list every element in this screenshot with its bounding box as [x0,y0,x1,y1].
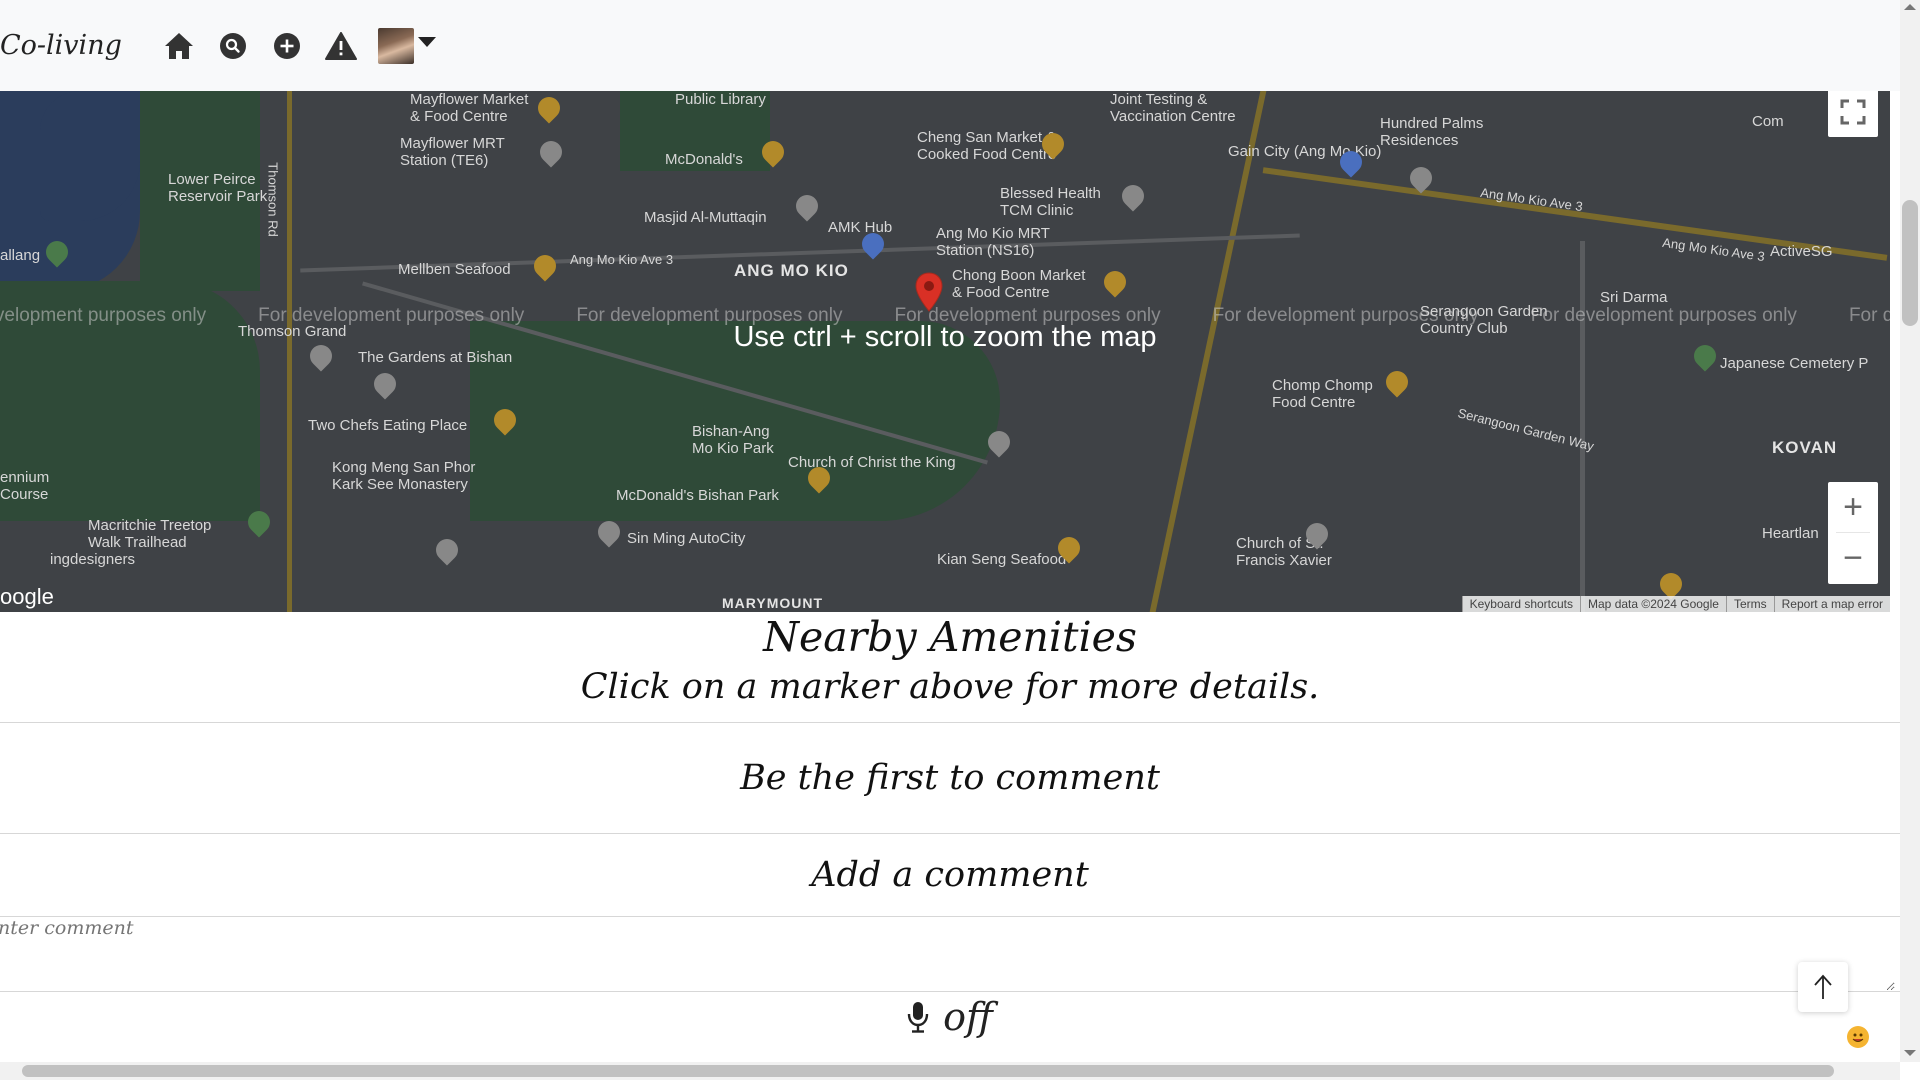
terms-link[interactable]: Terms [1725,596,1774,612]
microphone-icon [907,1002,929,1033]
map-zoom-hint: Use ctrl + scroll to zoom the map [733,321,1157,353]
map-view[interactable]: Mayflower Market & Food Centre Public Lib… [0,91,1890,612]
brand-title[interactable]: Co-living [0,30,122,61]
map-label: Ang Mo Kio Ave 3 [570,252,674,267]
map-label: Bishan-Ang Mo Kio Park [692,423,774,457]
vertical-scrollbar[interactable] [1900,0,1920,1062]
comment-input[interactable] [0,917,1895,991]
poi-marker[interactable] [593,516,625,548]
emoji-icon[interactable] [1847,1026,1869,1048]
map-label: KOVAN [1772,438,1838,457]
map-label: Hundred Palms Residences [1380,115,1484,149]
scrollbar-thumb[interactable] [1902,200,1918,326]
map-label: Kong Meng San Phor Kark See Monastery [332,459,476,493]
main-content: Nearby Amenities Click on a marker above… [0,612,1900,1042]
map-label: ingdesigners [50,551,136,568]
chevron-down-icon [417,36,436,47]
poi-marker[interactable] [535,136,567,168]
map-label: McDonald's Bishan Park [616,487,779,504]
poi-marker[interactable] [1117,180,1149,212]
scrollbar-thumb[interactable] [22,1065,1834,1077]
map-label: Ang Mo Kio MRT Station (NS16) [936,225,1050,259]
poi-marker[interactable] [791,190,823,222]
map-label: Masjid Al-Muttaqin [644,209,767,226]
map-label: Macritchie Treetop Walk Trailhead [88,517,212,551]
poi-marker[interactable] [529,250,561,282]
poi-marker[interactable] [1381,366,1413,398]
map-label: Cheng San Market & Cooked Food Centre [917,129,1057,163]
map-footer: Keyboard shortcuts Map data ©2024 Google… [1461,596,1890,612]
empty-comments-message: Be the first to comment [740,758,1160,798]
map-label: Serangoon Garden Way [1456,405,1596,454]
voice-status-label: off [943,995,993,1039]
scroll-to-top-button[interactable] [1798,962,1848,1012]
map-label: ennium Course [0,469,50,503]
poi-marker[interactable] [431,534,463,566]
report-map-error-link[interactable]: Report a map error [1773,596,1890,612]
map-label: Two Chefs Eating Place [308,417,468,434]
scroll-down-arrow-icon[interactable] [1904,1050,1916,1056]
map-label: Sin Ming AutoCity [627,530,746,547]
arrow-up-icon [1814,974,1832,999]
fullscreen-icon [1840,99,1866,125]
google-logo[interactable]: oogle [0,584,54,610]
map-label: MARYMOUNT [722,595,824,611]
map-label: Com [1752,113,1784,130]
map-label: Kian Seng Seafood [937,551,1067,568]
add-circle-icon[interactable] [270,29,304,63]
scroll-up-arrow-icon[interactable] [1904,4,1916,10]
map-label: Mayflower Market & Food Centre [410,91,529,125]
poi-marker[interactable] [1099,266,1131,298]
horizontal-scrollbar[interactable] [0,1062,1900,1080]
map-label: Chomp Chomp Food Centre [1272,377,1373,411]
map-label: ActiveSG [1770,243,1833,260]
map-label: ANG MO KIO [734,261,849,280]
warning-icon[interactable] [324,29,358,63]
map-label: Blessed Health TCM Clinic [1000,185,1101,219]
zoom-controls: + − [1828,482,1878,584]
map-label: Sri Darma [1600,289,1668,306]
amenities-subtitle: Click on a marker above for more details… [580,667,1320,707]
map-label: Joint Testing & Vaccination Centre [1110,91,1236,125]
map-label: Heartlan [1762,525,1819,542]
road [1580,241,1585,612]
map-label: Chong Boon Market & Food Centre [952,267,1086,301]
poi-marker[interactable] [533,92,565,124]
user-menu[interactable] [377,27,436,64]
map-label: AMK Hub [828,219,893,236]
amenities-title: Nearby Amenities [763,613,1137,661]
search-icon[interactable] [216,29,250,63]
map-label: Mayflower MRT Station (TE6) [400,135,505,169]
map-label: McDonald's [665,151,743,168]
home-icon[interactable] [162,29,196,63]
map-label: Thomson Rd [265,162,281,237]
top-navbar: Co-living [0,0,1900,91]
zoom-out-button[interactable]: − [1828,533,1878,583]
voice-toggle-button[interactable]: off [0,992,1900,1042]
poi-marker[interactable] [369,368,401,400]
map-label: Japanese Cemetery P [1720,355,1869,372]
add-comment-title: Add a comment [811,855,1089,895]
map-label: Lower Peirce Reservoir Park [168,171,268,205]
keyboard-shortcuts-link[interactable]: Keyboard shortcuts [1461,596,1580,612]
map-label: Mellben Seafood [398,261,511,278]
map-data-text: Map data ©2024 Google [1580,596,1726,612]
avatar [377,27,414,64]
map-label: allang [0,247,41,264]
zoom-in-button[interactable]: + [1828,482,1878,532]
location-pin-icon[interactable] [914,272,944,312]
poi-marker[interactable] [1655,568,1687,600]
fullscreen-button[interactable] [1828,91,1878,137]
map-label: Public Library [675,91,766,108]
